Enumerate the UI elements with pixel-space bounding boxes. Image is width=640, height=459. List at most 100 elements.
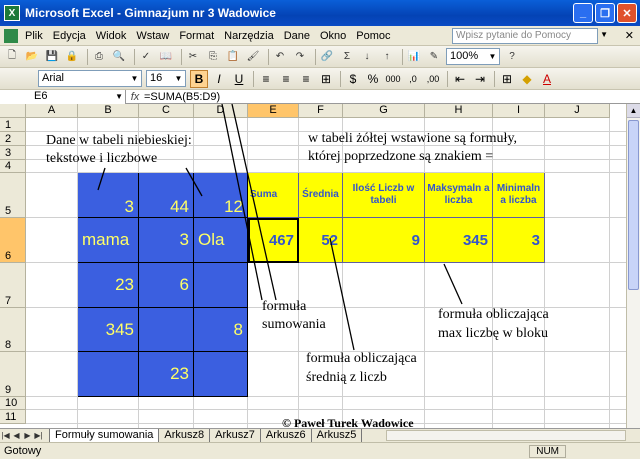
row-header-1[interactable]: 1	[0, 118, 26, 132]
print-preview-icon[interactable]: 🔍	[111, 49, 127, 65]
cell-d5[interactable]: 12	[194, 173, 248, 218]
merge-center-icon[interactable]: ⊞	[317, 70, 335, 88]
autosum-icon[interactable]: Σ	[339, 49, 355, 65]
row-header-4[interactable]: 4	[0, 160, 26, 173]
menu-edycja[interactable]: Edycja	[48, 30, 91, 42]
row-header-8[interactable]: 8	[0, 308, 26, 352]
sheet-tab-arkusz8[interactable]: Arkusz8	[158, 428, 211, 443]
row-header-5[interactable]: 5	[0, 173, 26, 218]
menu-pomoc[interactable]: Pomoc	[351, 30, 395, 42]
first-sheet-icon[interactable]: |◀	[0, 431, 11, 440]
decrease-decimal-icon[interactable]: ,00	[424, 70, 442, 88]
menu-okno[interactable]: Okno	[315, 30, 351, 42]
column-header-h[interactable]: H	[425, 104, 493, 118]
increase-decimal-icon[interactable]: ,0	[404, 70, 422, 88]
copy-icon[interactable]: ⎘	[205, 49, 221, 65]
cell-c6[interactable]: 3	[139, 218, 194, 263]
row-header-7[interactable]: 7	[0, 263, 26, 308]
cell-c7[interactable]: 6	[139, 263, 194, 308]
menu-narzedzia[interactable]: Narzędzia	[219, 30, 279, 42]
cell-b7[interactable]: 23	[78, 263, 139, 308]
row-header-3[interactable]: 3	[0, 146, 26, 160]
sort-ascending-icon[interactable]: ↓	[359, 49, 375, 65]
sheet-tab-arkusz6[interactable]: Arkusz6	[259, 428, 312, 443]
save-icon[interactable]: 💾	[44, 49, 60, 65]
close-button[interactable]: ✕	[617, 3, 637, 23]
fill-color-icon[interactable]: ◆	[518, 70, 536, 88]
open-icon[interactable]: 📂	[24, 49, 40, 65]
name-box[interactable]: E6 ▼	[0, 89, 126, 104]
column-header-f[interactable]: F	[299, 104, 343, 118]
bold-button[interactable]: B	[190, 69, 208, 88]
cell-h6[interactable]: 345	[425, 218, 493, 263]
column-header-c[interactable]: C	[139, 104, 194, 118]
last-sheet-icon[interactable]: ▶|	[33, 431, 44, 440]
row-header-10[interactable]: 10	[0, 397, 26, 410]
scroll-up-icon[interactable]: ▲	[627, 104, 640, 118]
cell-g5[interactable]: Ilość Liczb w tabeli	[343, 173, 425, 218]
column-header-d[interactable]: D	[194, 104, 248, 118]
restore-button[interactable]: ❐	[595, 3, 615, 23]
research-icon[interactable]: 📖	[158, 49, 174, 65]
italic-button[interactable]: I	[210, 70, 228, 88]
cell-i6[interactable]: 3	[493, 218, 545, 263]
menu-format[interactable]: Format	[174, 30, 219, 42]
sheet-tab-arkusz5[interactable]: Arkusz5	[310, 428, 363, 443]
row-header-11[interactable]: 11	[0, 410, 26, 424]
cell-e6[interactable]: 467	[248, 218, 299, 263]
sheet-tab-formuly-sumowania[interactable]: Formuły sumowania	[49, 428, 160, 443]
close-icon[interactable]: ✕	[625, 29, 634, 42]
chart-wizard-icon[interactable]: 📊	[406, 49, 422, 65]
cell-d8[interactable]: 8	[194, 308, 248, 352]
column-header-e[interactable]: E	[248, 104, 299, 118]
font-size-select[interactable]: 16 ▼	[146, 70, 186, 87]
chevron-down-icon[interactable]: ▼	[600, 30, 608, 39]
cell-g6[interactable]: 9	[343, 218, 425, 263]
menu-dane[interactable]: Dane	[279, 30, 315, 42]
cell-b9[interactable]	[78, 352, 139, 397]
new-icon[interactable]: 🗋	[4, 49, 20, 65]
cell-c8[interactable]	[139, 308, 194, 352]
format-painter-icon[interactable]: 🖌	[245, 49, 261, 65]
workbook-icon[interactable]	[4, 28, 18, 43]
cell-b6[interactable]: mama	[78, 218, 139, 263]
align-left-icon[interactable]: ≡	[257, 70, 275, 88]
cell-c9[interactable]: 23	[139, 352, 194, 397]
align-center-icon[interactable]: ≡	[277, 70, 295, 88]
menu-plik[interactable]: Plik	[20, 30, 48, 42]
redo-icon[interactable]: ↷	[292, 49, 308, 65]
cell-e5[interactable]: Suma	[248, 173, 299, 218]
percent-icon[interactable]: %	[364, 70, 382, 88]
borders-icon[interactable]: ⊞	[498, 70, 516, 88]
sheet-tab-arkusz7[interactable]: Arkusz7	[209, 428, 261, 443]
row-header-9[interactable]: 9	[0, 352, 26, 397]
column-header-j[interactable]: J	[545, 104, 610, 118]
cell-b5[interactable]: 3	[78, 173, 139, 218]
column-header-a[interactable]: A	[26, 104, 78, 118]
sort-descending-icon[interactable]: ↑	[379, 49, 395, 65]
function-icon[interactable]: fx	[126, 91, 144, 103]
cell-h5[interactable]: Maksymaln a liczba	[425, 173, 493, 218]
row-header-6[interactable]: 6	[0, 218, 26, 263]
menu-widok[interactable]: Widok	[91, 30, 132, 42]
column-header-i[interactable]: I	[493, 104, 545, 118]
spelling-icon[interactable]: ✓	[138, 49, 154, 65]
column-header-b[interactable]: B	[78, 104, 139, 118]
align-right-icon[interactable]: ≡	[297, 70, 315, 88]
help-icon[interactable]: ?	[504, 49, 520, 65]
font-color-icon[interactable]: A	[538, 70, 556, 88]
print-icon[interactable]: ⎙	[91, 49, 107, 65]
cell-f5[interactable]: Średnia	[299, 173, 343, 218]
column-header-g[interactable]: G	[343, 104, 425, 118]
paste-icon[interactable]: 📋	[225, 49, 241, 65]
currency-icon[interactable]: $	[344, 70, 362, 88]
cell-b8[interactable]: 345	[78, 308, 139, 352]
decrease-indent-icon[interactable]: ⇤	[451, 70, 469, 88]
font-select[interactable]: Arial ▼	[38, 70, 142, 87]
help-search-input[interactable]: Wpisz pytanie do Pomocy	[452, 28, 598, 44]
undo-icon[interactable]: ↶	[272, 49, 288, 65]
cell-i5[interactable]: Minimaln a liczba	[493, 173, 545, 218]
spreadsheet-grid[interactable]: A B C D E F G H I J 1 2 3 4 5 6 7 8 9 10 11 3 44 12 mama 3 Ola 23 6 3…	[0, 104, 626, 428]
minimize-button[interactable]: _	[573, 3, 593, 23]
cell-d6[interactable]: Ola	[194, 218, 248, 263]
